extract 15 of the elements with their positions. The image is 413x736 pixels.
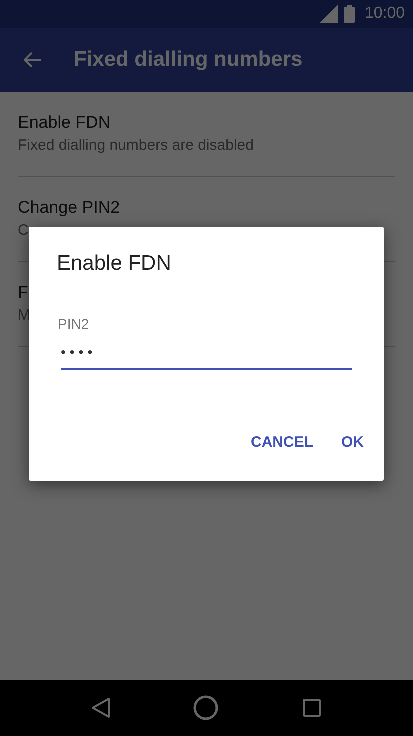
- recents-icon[interactable]: [302, 698, 322, 718]
- pin-field[interactable]: ••••: [61, 344, 352, 370]
- field-label: PIN2: [58, 316, 90, 332]
- setting-summary: Fixed dialling numbers are disabled: [18, 136, 254, 156]
- back-icon[interactable]: [91, 697, 112, 719]
- app-title: Fixed dialling numbers: [74, 48, 303, 72]
- home-icon[interactable]: [193, 695, 220, 721]
- back-arrow-icon[interactable]: [24, 52, 42, 68]
- dialog-title: Enable FDN: [57, 251, 172, 277]
- signal-icon: [320, 5, 338, 23]
- battery-icon: [344, 5, 355, 23]
- status-time: 10:00: [364, 5, 405, 23]
- ok-button[interactable]: OK: [330, 424, 376, 461]
- setting-summary: C: [18, 221, 29, 241]
- cancel-button[interactable]: CANCEL: [239, 424, 326, 461]
